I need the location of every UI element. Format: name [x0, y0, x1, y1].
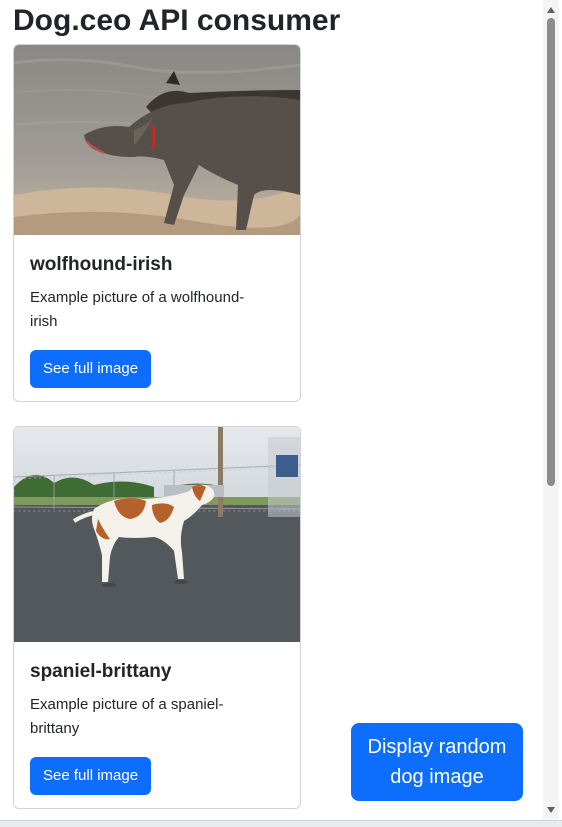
- vertical-scrollbar[interactable]: [543, 0, 559, 820]
- card-body: spaniel-brittany Example picture of a sp…: [14, 642, 300, 795]
- scroll-down-arrow-icon[interactable]: [543, 802, 559, 818]
- display-random-dog-button[interactable]: Display random dog image: [351, 723, 523, 801]
- page-title: Dog.ceo API consumer: [13, 4, 341, 37]
- card-image-spaniel-brittany: [14, 427, 300, 642]
- card-text: Example picture of a wolfhound-irish: [30, 289, 245, 330]
- see-full-image-button[interactable]: See full image: [30, 350, 152, 388]
- card-body: wolfhound-irish Example picture of a wol…: [14, 235, 300, 388]
- dog-card: spaniel-brittany Example picture of a sp…: [13, 426, 301, 809]
- dog-card: wolfhound-irish Example picture of a wol…: [13, 44, 301, 402]
- card-image-wolfhound-irish: [14, 45, 300, 235]
- scroll-thumb[interactable]: [547, 18, 555, 486]
- see-full-image-button[interactable]: See full image: [30, 757, 152, 795]
- card-title: spaniel-brittany: [30, 661, 172, 682]
- scroll-up-arrow-icon[interactable]: [543, 2, 559, 18]
- card-title: wolfhound-irish: [30, 254, 173, 275]
- card-text: Example picture of a spaniel-brittany: [30, 696, 224, 737]
- browser-viewport: Dog.ceo API consumer wolfhound-irish Exa…: [0, 0, 562, 820]
